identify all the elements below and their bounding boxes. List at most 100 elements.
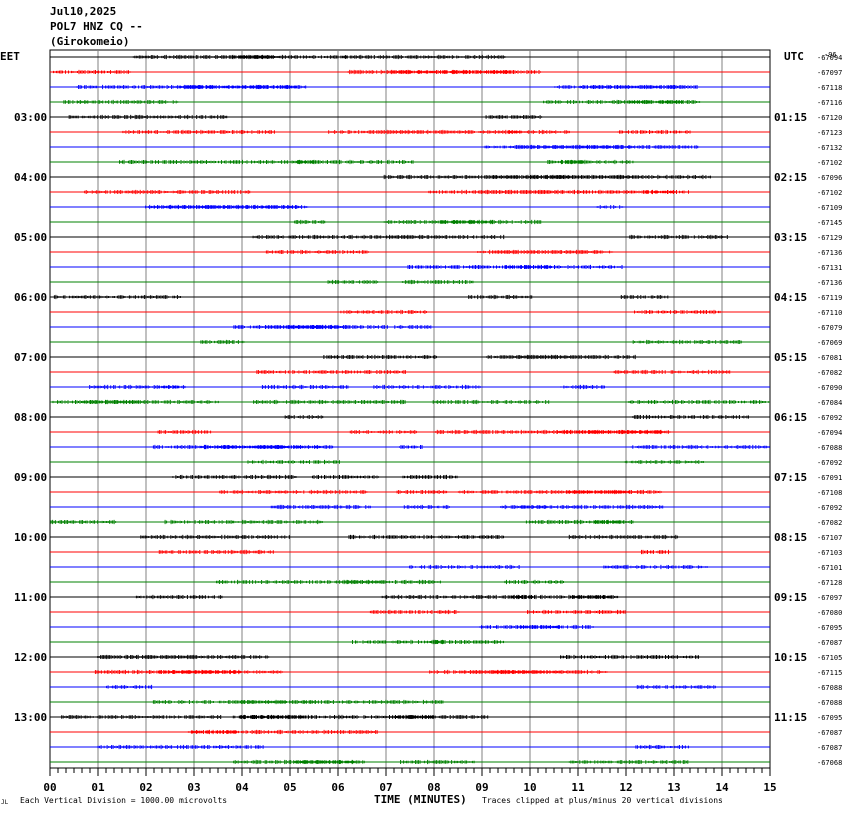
- right-hour-label: 11:15: [774, 711, 807, 724]
- trace-offset-label: -67109: [817, 204, 842, 212]
- trace-offset-label: -67129: [817, 234, 842, 242]
- left-hour-label: 06:00: [14, 291, 47, 304]
- trace-offset-label: -67103: [817, 549, 842, 557]
- trace-offset-label: -67079: [817, 324, 842, 332]
- trace-offset-label: -67108: [817, 489, 842, 497]
- left-hour-label: 09:00: [14, 471, 47, 484]
- trace-noise: [233, 324, 432, 330]
- clip-note: Traces clipped at plus/minus 20 vertical…: [482, 796, 723, 805]
- trace-noise: [484, 144, 699, 150]
- trace-offset-label: -67088: [817, 699, 842, 707]
- trace-offset-label: -67123: [817, 129, 842, 137]
- x-tick-label: 12: [619, 781, 632, 794]
- x-tick-label: 10: [523, 781, 536, 794]
- x-axis-title: TIME (MINUTES): [374, 793, 467, 806]
- trace-offset-label: -67145: [817, 219, 842, 227]
- x-tick-label: 15: [763, 781, 776, 794]
- trace-offset-label: -67097: [817, 69, 842, 77]
- trace-offset-label: -67116: [817, 99, 842, 107]
- right-hour-label: 06:15: [774, 411, 807, 424]
- trace-offset-label: -67092: [817, 504, 842, 512]
- x-tick-label: 00: [43, 781, 56, 794]
- x-tick-label: 13: [667, 781, 680, 794]
- x-tick-label: 01: [91, 781, 105, 794]
- left-hour-label: 13:00: [14, 711, 47, 724]
- trace-lines: [50, 54, 770, 765]
- trace-noise: [131, 54, 506, 60]
- x-tick-label: 04: [235, 781, 249, 794]
- trace-offset-label: -67087: [817, 729, 842, 737]
- trace-offset-label: -67068: [817, 759, 842, 767]
- trace-offset-label: -67081: [817, 354, 842, 362]
- left-timezone-label: EET: [0, 50, 20, 63]
- trace-noise: [479, 624, 594, 630]
- left-hour-label: 07:00: [14, 351, 47, 364]
- trace-offset-label: -67090: [817, 384, 842, 392]
- trace-noise: [152, 699, 444, 705]
- trace-offset-label: -67088: [817, 444, 842, 452]
- trace-offset-label: -67102: [817, 189, 842, 197]
- trace-offset-label: -67132: [817, 144, 842, 152]
- left-hour-label: 12:00: [14, 651, 47, 664]
- trace-offset-label: -67136: [817, 279, 842, 287]
- trace-offset-label: -67136: [817, 249, 842, 257]
- trace-offset-label: -67128: [817, 579, 842, 587]
- right-hour-label: 09:15: [774, 591, 807, 604]
- trace-offset-label: -67069: [817, 339, 842, 347]
- trace-offset-label: -67131: [817, 264, 842, 272]
- trace-offset-label: -67115: [817, 669, 842, 677]
- chart-frame: [49, 49, 771, 769]
- trace-offset-label: -67080: [817, 609, 842, 617]
- trace-offset-label: -67101: [817, 564, 842, 572]
- right-hour-label: 07:15: [774, 471, 807, 484]
- helicorder-chart: -67094 -67097 -67118 -67116 -67120 -67123 -671…: [0, 49, 842, 806]
- trace-offset-label: -67095: [817, 624, 842, 632]
- left-hour-label: 05:00: [14, 231, 47, 244]
- logo-mark: JL: [1, 799, 9, 806]
- right-hour-label: 02:15: [774, 171, 807, 184]
- trace-offset-label: -67120: [817, 114, 842, 122]
- trace-offset-label: -67110: [817, 309, 842, 317]
- trace-offset-label: -67084: [817, 399, 842, 407]
- trace-offset-label: -67097: [817, 594, 842, 602]
- left-hour-label: 03:00: [14, 111, 47, 124]
- right-timezone-label: UTC: [784, 50, 804, 63]
- trace-noise: [219, 489, 662, 495]
- right-hour-label: 08:15: [774, 531, 807, 544]
- left-hour-label: 04:00: [14, 171, 47, 184]
- scale-note: Each Vertical Division = 1000.00 microvo…: [20, 796, 227, 805]
- trace-offset-label: -67087: [817, 639, 842, 647]
- trace-offset-label: -67107: [817, 534, 842, 542]
- trace-noise: [352, 639, 504, 645]
- left-hour-label: 11:00: [14, 591, 47, 604]
- trace-offset-label: -67088: [817, 684, 842, 692]
- x-tick-label: 03: [187, 781, 200, 794]
- chart-labels: -67094 -67097 -67118 -67116 -67120 -67123 -671…: [14, 54, 842, 794]
- x-tick-label: 11: [571, 781, 585, 794]
- right-hour-label: 05:15: [774, 351, 807, 364]
- right-hour-label: 03:15: [774, 231, 807, 244]
- trace-offset-label: -67091: [817, 474, 842, 482]
- trace-offset-label: -67119: [817, 294, 842, 302]
- corner-mark: -96: [824, 51, 837, 59]
- trace-offset-label: -67082: [817, 519, 842, 527]
- x-tick-label: 05: [283, 781, 296, 794]
- trace-offset-label: -67092: [817, 414, 842, 422]
- right-hour-label: 01:15: [774, 111, 807, 124]
- x-tick-label: 09: [475, 781, 488, 794]
- chart-grid: [49, 49, 771, 776]
- right-hour-label: 04:15: [774, 291, 807, 304]
- trace-offset-label: -67105: [817, 654, 842, 662]
- right-hour-label: 10:15: [774, 651, 807, 664]
- trace-offset-label: -67082: [817, 369, 842, 377]
- trace-offset-label: -67102: [817, 159, 842, 167]
- x-tick-label: 14: [715, 781, 729, 794]
- trace-offset-label: -67118: [817, 84, 842, 92]
- trace-offset-label: -67087: [817, 744, 842, 752]
- left-hour-label: 10:00: [14, 531, 47, 544]
- x-tick-label: 06: [331, 781, 345, 794]
- trace-offset-label: -67094: [817, 429, 842, 437]
- trace-offset-label: -67095: [817, 714, 842, 722]
- trace-offset-label: -67092: [817, 459, 842, 467]
- x-tick-label: 02: [139, 781, 152, 794]
